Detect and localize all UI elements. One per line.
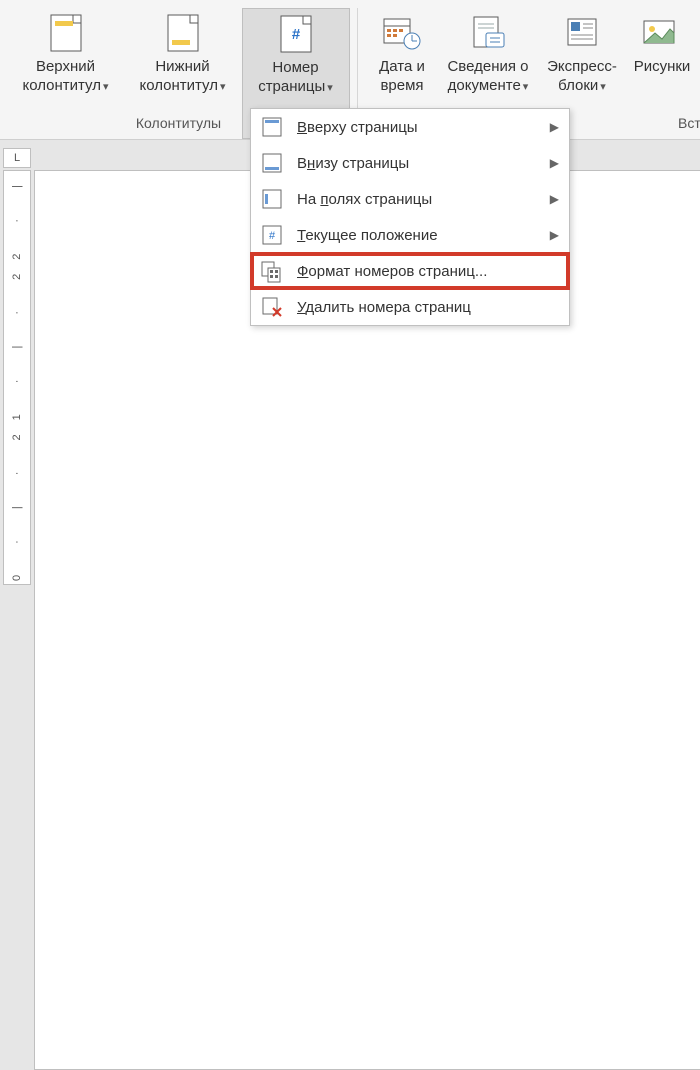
format-numbers-icon (261, 261, 283, 283)
header-bottom-icon (160, 10, 206, 56)
page-number-icon: # (273, 11, 319, 57)
pictures-icon (639, 10, 685, 56)
group-title-insert: Вставка (678, 115, 700, 131)
header-top-label2: колонтитул (22, 77, 101, 94)
menu-bottom-of-page[interactable]: Внизу страницы ▶ (251, 145, 569, 181)
menu-page-margins[interactable]: На полях страницы ▶ (251, 181, 569, 217)
chevron-down-icon: ▾ (600, 81, 606, 93)
page-number-label2: страницы (258, 78, 325, 95)
page-top-icon (261, 116, 283, 138)
datetime-label1: Дата и (379, 58, 425, 75)
ruler-corner: L (3, 148, 31, 168)
chevron-down-icon: ▾ (523, 81, 529, 93)
svg-text:#: # (269, 230, 276, 242)
quickparts-label2: блоки (558, 77, 598, 94)
header-bottom-label2: колонтитул (139, 77, 218, 94)
submenu-arrow-icon: ▶ (550, 192, 559, 206)
menu-format-page-numbers[interactable]: Формат номеров страниц... (251, 253, 569, 289)
calendar-clock-icon (379, 10, 425, 56)
remove-numbers-icon (261, 296, 283, 318)
chevron-down-icon: ▾ (103, 81, 109, 93)
page-margins-icon (261, 188, 283, 210)
ruler-ticks: 15 · | · 16 · | · 17 · | · 18 · | · 19 ·… (11, 171, 23, 585)
menu-top-label: Вверху страницы (297, 119, 542, 136)
menu-remove-label: Удалить номера страниц (297, 299, 559, 316)
submenu-arrow-icon: ▶ (550, 156, 559, 170)
vertical-ruler[interactable]: 15 · | · 16 · | · 17 · | · 18 · | · 19 ·… (3, 170, 31, 585)
menu-bottom-label: Внизу страницы (297, 155, 542, 172)
menu-margins-label: На полях страницы (297, 191, 542, 208)
quickparts-label1: Экспресс- (547, 58, 617, 75)
docinfo-label1: Сведения о (447, 58, 528, 75)
menu-current-position[interactable]: # Текущее положение ▶ (251, 217, 569, 253)
submenu-arrow-icon: ▶ (550, 228, 559, 242)
svg-text:#: # (291, 26, 300, 43)
chevron-down-icon: ▾ (327, 82, 333, 94)
header-bottom-label1: Нижний (155, 58, 209, 75)
page-bottom-icon (261, 152, 283, 174)
menu-current-label: Текущее положение (297, 227, 542, 244)
quickparts-icon (559, 10, 605, 56)
pictures-label1: Рисунки (634, 58, 691, 75)
chevron-down-icon: ▾ (220, 81, 226, 93)
header-top-icon (43, 10, 89, 56)
datetime-label2: время (380, 77, 423, 94)
menu-top-of-page[interactable]: Вверху страницы ▶ (251, 109, 569, 145)
menu-format-label: Формат номеров страниц... (297, 263, 559, 280)
current-position-icon: # (261, 224, 283, 246)
header-top-label1: Верхний (36, 58, 95, 75)
docinfo-icon (465, 10, 511, 56)
submenu-arrow-icon: ▶ (550, 120, 559, 134)
docinfo-label2: документе (448, 77, 521, 94)
page-number-menu: Вверху страницы ▶ Внизу страницы ▶ На по… (250, 108, 570, 326)
page-number-label1: Номер (272, 59, 318, 76)
menu-remove-page-numbers[interactable]: Удалить номера страниц (251, 289, 569, 325)
